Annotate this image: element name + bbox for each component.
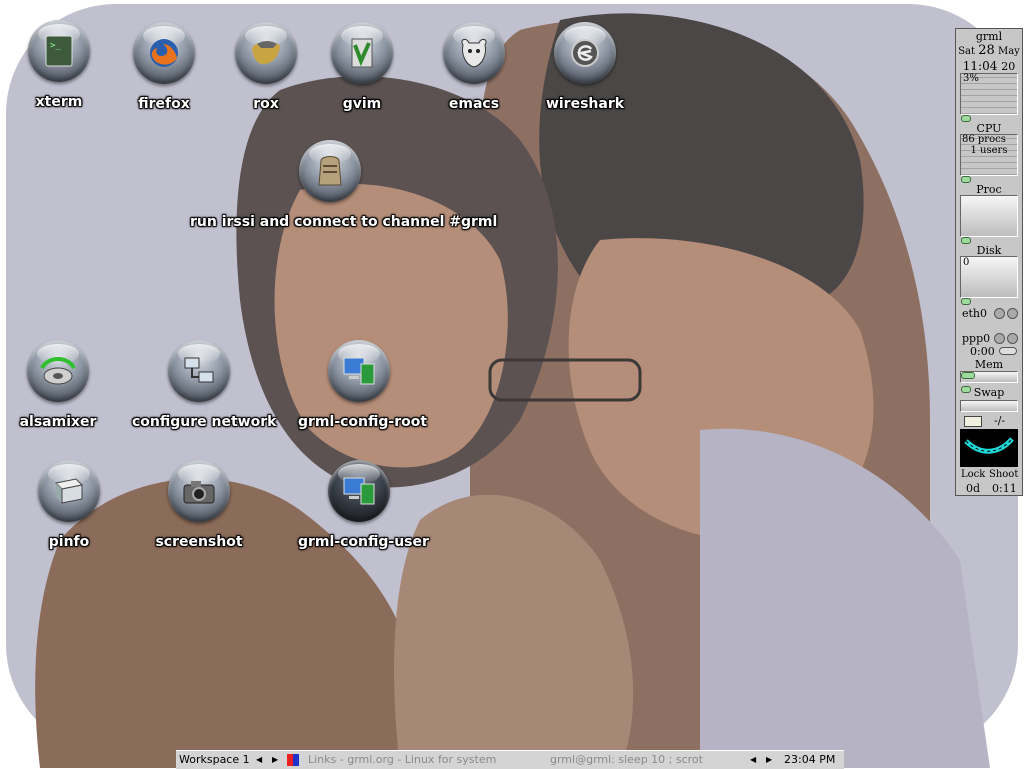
desktop-icon-firefox[interactable]: firefox bbox=[124, 22, 204, 112]
ppp0-connect-button[interactable] bbox=[999, 347, 1017, 355]
desktop-icon-emacs[interactable]: emacs bbox=[434, 22, 514, 112]
desktop-icon-label: grml-config-user bbox=[298, 534, 429, 550]
eth0-label: eth0 bbox=[962, 307, 988, 320]
task-prev-icon[interactable]: ◀ bbox=[750, 753, 756, 767]
lock-button[interactable]: Lock bbox=[961, 469, 985, 480]
eth0-tx-indicator bbox=[1007, 308, 1018, 319]
cpu-led bbox=[961, 115, 971, 122]
desktop-icon-label: gvim bbox=[342, 96, 382, 112]
proc-led bbox=[961, 176, 971, 183]
desktop-icon-configure-network[interactable]: configure network bbox=[132, 340, 277, 430]
ppp0-tx-indicator bbox=[1007, 333, 1018, 344]
date-display: Sat 28 May bbox=[958, 43, 1020, 58]
svg-text:>_: >_ bbox=[50, 41, 61, 51]
desktop-icon-label: pinfo bbox=[48, 534, 90, 550]
uptime-days: 0d bbox=[966, 482, 981, 495]
hostname-label: grml bbox=[975, 30, 1003, 43]
cpu-percent: 3% bbox=[963, 73, 979, 84]
shoot-button[interactable]: Shoot bbox=[989, 469, 1018, 480]
taskbar: Workspace 1 ◀ ▶ Links - grml.org - Linux… bbox=[176, 750, 844, 769]
terminal-icon: >_ bbox=[28, 20, 90, 82]
camera-icon bbox=[168, 460, 230, 522]
speaker-icon bbox=[27, 340, 89, 402]
ppp0-time: 0:00 bbox=[970, 345, 995, 358]
desktop-icon-label: wireshark bbox=[545, 96, 625, 112]
workspace-label[interactable]: Workspace 1 bbox=[179, 753, 250, 767]
desktop-icon-pinfo[interactable]: pinfo bbox=[29, 460, 109, 550]
desktop-icon-label: screenshot bbox=[155, 534, 243, 550]
irssi-icon bbox=[299, 140, 361, 202]
time-hm: 11:04 bbox=[962, 59, 998, 73]
desktop-icon-alsamixer[interactable]: alsamixer bbox=[17, 340, 99, 430]
mem-value: 0 bbox=[963, 257, 970, 268]
taskbar-clock: 23:04 PM bbox=[784, 753, 836, 766]
workspace-prev-icon[interactable]: ◀ bbox=[256, 753, 262, 767]
desktop-icon-label: emacs bbox=[448, 96, 500, 112]
swap-label: Swap bbox=[973, 386, 1005, 399]
eth0-rx-indicator bbox=[994, 308, 1005, 319]
rox-icon bbox=[235, 22, 297, 84]
memory-label: Mem bbox=[974, 358, 1004, 371]
gvim-icon bbox=[331, 22, 393, 84]
firefox-icon bbox=[133, 22, 195, 84]
wireshark-icon bbox=[554, 22, 616, 84]
desktop-icon-rox[interactable]: rox bbox=[226, 22, 306, 112]
computer-config-icon bbox=[328, 460, 390, 522]
eth0-monitor: eth0 bbox=[958, 306, 1020, 322]
lock-screen-display[interactable] bbox=[960, 429, 1018, 467]
ppp0-monitor: ppp0 0:00 bbox=[958, 331, 1020, 359]
mem-led bbox=[961, 298, 971, 305]
proc-count: 86 procs bbox=[962, 134, 1006, 145]
desktop-icon-irssi[interactable]: run irssi and connect to channel #grml bbox=[190, 140, 498, 230]
uptime-time: 0:11 bbox=[992, 482, 1017, 495]
book-icon bbox=[38, 460, 100, 522]
disk-led bbox=[961, 237, 971, 244]
envelope-icon bbox=[964, 416, 982, 427]
desktop-icon-label: firefox bbox=[138, 96, 190, 112]
mail-monitor[interactable]: -/- bbox=[958, 414, 1020, 428]
desktop-icon-gvim[interactable]: gvim bbox=[322, 22, 402, 112]
task-terminal[interactable]: grml@grml: sleep 10 ; scrot bbox=[550, 753, 703, 767]
workspace-next-icon[interactable]: ▶ bbox=[272, 753, 278, 767]
ppp0-label: ppp0 bbox=[962, 332, 991, 345]
desktop-icon-label: configure network bbox=[132, 414, 277, 430]
computer-config-icon bbox=[328, 340, 390, 402]
desktop-icon-label: grml-config-root bbox=[298, 414, 428, 430]
wave-icon bbox=[964, 437, 1014, 454]
desktop-icon-screenshot[interactable]: screenshot bbox=[152, 460, 246, 550]
user-count: 1 users bbox=[970, 145, 1008, 156]
desktop-icon-label: rox bbox=[253, 96, 279, 112]
desktop-icon-label: xterm bbox=[35, 94, 83, 110]
date-weekday: Sat bbox=[958, 46, 976, 57]
gnu-icon bbox=[443, 22, 505, 84]
desktop-icon-xterm[interactable]: >_ xterm bbox=[19, 20, 99, 110]
time-seconds: 20 bbox=[1001, 60, 1016, 73]
desktop-icon-grml-config-user[interactable]: grml-config-user bbox=[298, 460, 429, 550]
ppp0-rx-indicator bbox=[994, 333, 1005, 344]
desktop-icon-grml-config-root[interactable]: grml-config-root bbox=[298, 340, 428, 430]
desktop-icon-label: run irssi and connect to channel #grml bbox=[190, 214, 498, 230]
desktop-icon-wireshark[interactable]: wireshark bbox=[542, 22, 628, 112]
memory-led bbox=[961, 372, 975, 379]
mail-count: -/- bbox=[994, 414, 1006, 427]
date-day: 28 bbox=[978, 43, 995, 58]
task-next-icon[interactable]: ▶ bbox=[766, 753, 772, 767]
date-month: May bbox=[997, 46, 1020, 57]
swap-bar bbox=[960, 400, 1018, 412]
network-icon bbox=[168, 340, 230, 402]
dockapp-panel: grml Sat 28 May 11:04 20 3% CPU 86 procs… bbox=[955, 28, 1023, 496]
disk-graph bbox=[960, 195, 1018, 237]
desktop-icon-label: alsamixer bbox=[19, 414, 97, 430]
links-app-icon bbox=[287, 754, 299, 766]
task-links[interactable]: Links - grml.org - Linux for system bbox=[308, 753, 496, 767]
time-display: 11:04 20 bbox=[958, 59, 1020, 73]
